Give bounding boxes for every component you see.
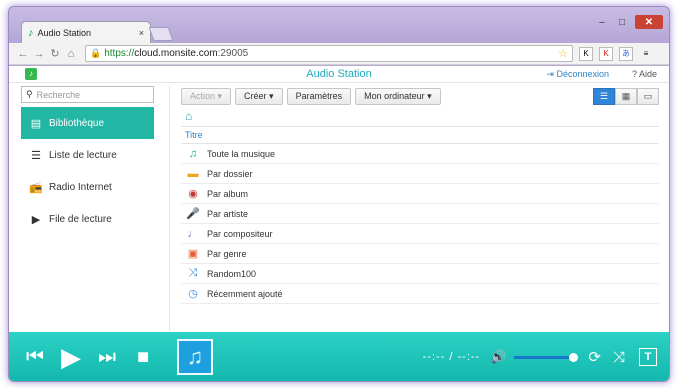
grid-view-icon[interactable]: ▦	[615, 87, 637, 105]
composer-icon: ♩	[187, 227, 199, 240]
list-item[interactable]: ♫ Toute la musique	[181, 144, 659, 164]
clock-icon: ◷	[188, 288, 198, 300]
list-item[interactable]: ⤨ Random100	[181, 264, 659, 284]
extension-red-icon[interactable]: K	[599, 46, 613, 61]
album-icon: ◉	[188, 188, 198, 200]
genre-icon: ▣	[187, 248, 199, 260]
library-icon: ▤	[30, 117, 42, 130]
music-note-icon: ♫	[188, 147, 198, 160]
list-view-icon[interactable]: ☰	[593, 87, 615, 105]
reload-icon[interactable]: ↻	[47, 47, 63, 60]
volume-slider[interactable]	[514, 352, 579, 362]
tab-title: Audio Station	[37, 27, 92, 38]
search-input[interactable]: ⚲ Recherche	[21, 86, 154, 103]
music-note-icon: ♪	[28, 26, 34, 39]
lock-icon: 🔒	[90, 48, 102, 58]
shuffle-icon: ⤨	[188, 267, 198, 279]
shuffle-icon[interactable]: ⤨	[613, 349, 625, 366]
bookmark-star-icon[interactable]: ☆	[558, 47, 568, 60]
forward-icon[interactable]: →	[31, 48, 47, 60]
url-host: cloud.monsite.com	[134, 48, 218, 59]
browser-window: ♪ Audio Station × – □ ✕ ← → ↻ ⌂ 🔒 https:…	[8, 6, 670, 382]
volume-icon[interactable]: 🔊	[490, 349, 506, 365]
maximize-icon[interactable]: □	[613, 15, 631, 29]
list-item-label: Toute la musique	[207, 148, 276, 159]
sidebar-item-label: File de lecture	[49, 213, 112, 225]
list-item-label: Par genre	[207, 248, 247, 259]
column-header-title[interactable]: Titre	[181, 126, 659, 144]
tab-strip: ♪ Audio Station × – □ ✕	[9, 7, 669, 43]
home-icon[interactable]: ⌂	[63, 48, 79, 60]
album-cover-icon: ♫	[177, 339, 213, 375]
search-placeholder: Recherche	[36, 89, 81, 100]
list-item-label: Random100	[207, 268, 257, 279]
action-button[interactable]: Action ▾	[181, 87, 232, 105]
url-scheme: https://	[104, 48, 135, 59]
settings-button[interactable]: Paramètres	[286, 87, 352, 105]
radio-icon: 📻	[29, 181, 43, 194]
list-item[interactable]: ▬ Par dossier	[181, 164, 659, 184]
volume-knob[interactable]	[569, 352, 579, 362]
home-breadcrumb-icon[interactable]: ⌂	[181, 106, 659, 126]
play-icon[interactable]: ▶	[53, 342, 89, 373]
playback-time: --:-- / --:--	[422, 351, 481, 363]
minimize-icon[interactable]: –	[593, 15, 611, 29]
help-label: Aide	[638, 69, 657, 79]
next-track-icon[interactable]: ⏭	[89, 346, 125, 369]
list-item-label: Récemment ajouté	[207, 288, 283, 299]
logout-link[interactable]: ⇥ Déconnexion	[546, 69, 609, 80]
folder-icon: ▬	[187, 167, 199, 180]
microphone-icon: 🎤	[186, 208, 200, 220]
sidebar-item-label: Radio Internet	[49, 181, 112, 193]
search-icon: ⚲	[26, 89, 33, 99]
list-item[interactable]: ◉ Par album	[181, 184, 659, 204]
extension-k-icon[interactable]: K	[579, 46, 593, 61]
sidebar: ⚲ Recherche ▤ Bibliothèque ☰ Liste de le…	[21, 86, 169, 331]
list-item-label: Par album	[207, 188, 249, 199]
list-item[interactable]: ♩ Par compositeur	[181, 224, 659, 244]
browser-tab[interactable]: ♪ Audio Station ×	[21, 21, 151, 43]
sidebar-item-label: Liste de lecture	[49, 149, 117, 161]
new-tab-button[interactable]	[148, 27, 174, 41]
list-item[interactable]: ◷ Récemment ajouté	[181, 284, 659, 304]
action-toolbar: Action ▾ Créer ▾ Paramètres Mon ordinate…	[181, 86, 659, 106]
previous-track-icon[interactable]: ⏮	[17, 346, 53, 369]
sidebar-item-library[interactable]: ▤ Bibliothèque	[21, 107, 154, 139]
logout-label: Déconnexion	[556, 69, 609, 79]
my-computer-button[interactable]: Mon ordinateur ▾	[355, 87, 441, 105]
help-link[interactable]: ? Aide	[632, 69, 657, 79]
address-bar[interactable]: 🔒 https:// cloud.monsite.com :29005 ☆	[85, 45, 573, 62]
audio-station-app: ♪ Audio Station ⇥ Déconnexion ? Aide ⚲ R…	[9, 66, 669, 381]
cover-view-icon[interactable]: ▭	[637, 87, 659, 105]
close-tab-icon[interactable]: ×	[139, 28, 144, 38]
create-button[interactable]: Créer ▾	[235, 87, 283, 105]
menu-icon[interactable]: ≡	[639, 47, 653, 61]
extension-translate-icon[interactable]: あ	[619, 46, 633, 61]
main-panel: Action ▾ Créer ▾ Paramètres Mon ordinate…	[181, 86, 659, 331]
queue-icon: ▶	[31, 213, 41, 226]
player-bar: ⏮ ▶ ⏭ ■ ♫ --:-- / --:-- 🔊 ⟳ ⤨ T	[9, 332, 669, 381]
url-port: :29005	[217, 48, 249, 59]
playlist-icon: ☰	[31, 149, 41, 162]
close-window-icon[interactable]: ✕	[635, 15, 663, 29]
list-item-label: Par compositeur	[207, 228, 273, 239]
volume-fill	[514, 355, 574, 359]
list-item-label: Par dossier	[207, 168, 253, 179]
repeat-icon[interactable]: ⟳	[588, 348, 601, 366]
sidebar-divider	[169, 86, 170, 331]
sidebar-item-label: Bibliothèque	[49, 117, 105, 129]
list-item[interactable]: ▣ Par genre	[181, 244, 659, 264]
list-item[interactable]: 🎤 Par artiste	[181, 204, 659, 224]
sidebar-item-playlist[interactable]: ☰ Liste de lecture	[21, 139, 154, 171]
sidebar-item-radio[interactable]: 📻 Radio Internet	[21, 171, 154, 203]
stop-icon[interactable]: ■	[125, 346, 161, 369]
view-switcher: ☰ ▦ ▭	[593, 87, 659, 105]
sidebar-item-queue[interactable]: ▶ File de lecture	[21, 203, 154, 235]
lyrics-icon[interactable]: T	[639, 348, 657, 366]
app-header: ♪ Audio Station ⇥ Déconnexion ? Aide	[9, 66, 669, 83]
browser-toolbar: ← → ↻ ⌂ 🔒 https:// cloud.monsite.com :29…	[9, 43, 669, 65]
list-item-label: Par artiste	[207, 208, 249, 219]
back-icon[interactable]: ←	[15, 48, 31, 60]
